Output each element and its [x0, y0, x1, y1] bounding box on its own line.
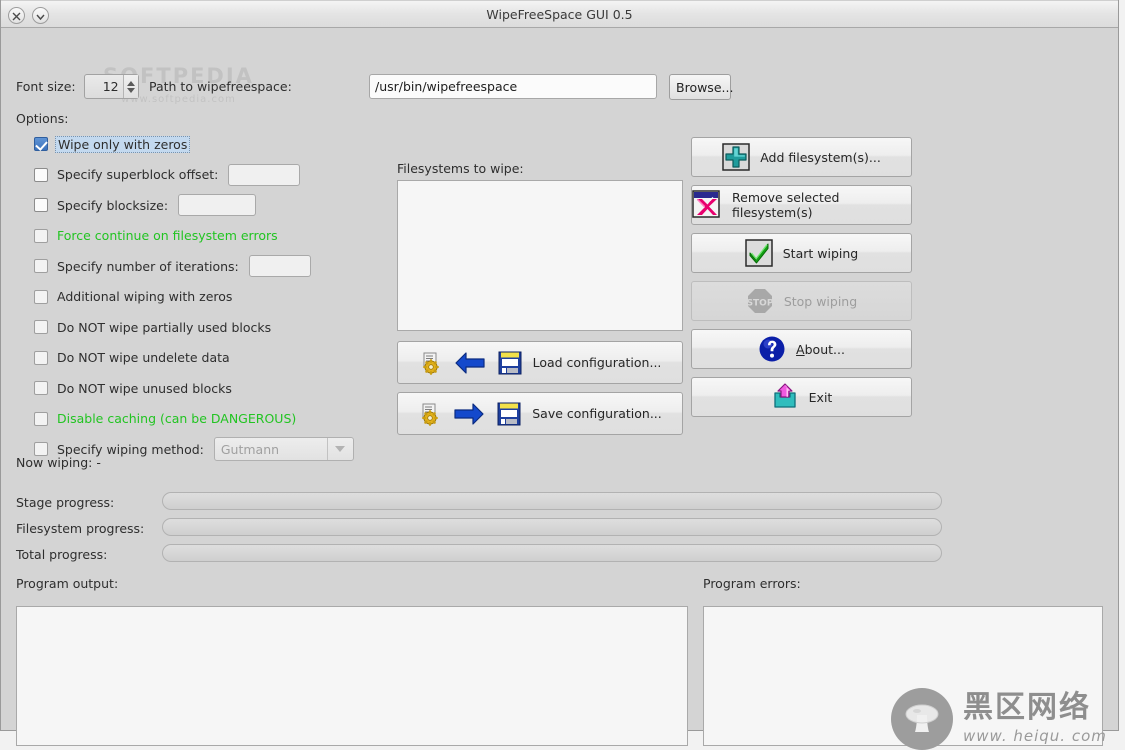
about-button[interactable]: About... — [691, 329, 912, 369]
exit-label: Exit — [808, 389, 833, 405]
title-bar: WipeFreeSpace GUI 0.5 — [1, 0, 1118, 28]
add-filesystem-label: Add filesystem(s)... — [760, 149, 881, 165]
config-gear-icon — [418, 402, 442, 426]
chevron-down-icon[interactable] — [326, 438, 353, 461]
option-label: Do NOT wipe partially used blocks — [57, 319, 272, 335]
option-row-additional-wiping-with-zeros[interactable]: Additional wiping with zeros — [34, 282, 384, 313]
green-check-icon — [745, 239, 773, 267]
font-size-row: Font size: 12 — [16, 74, 139, 99]
option-row-specify-number-of-iterations[interactable]: Specify number of iterations: — [34, 251, 384, 282]
checkbox-specify-superblock-offset[interactable] — [34, 167, 48, 182]
font-size-label: Font size: — [16, 79, 76, 94]
save-configuration-button[interactable]: Save configuration... — [397, 392, 683, 435]
stop-wiping-button: STOP Stop wiping — [691, 281, 912, 321]
filesystems-label: Filesystems to wipe: — [397, 161, 524, 176]
now-wiping-label: Now wiping: — [16, 455, 93, 470]
filesystem-progress-label: Filesystem progress: — [16, 521, 145, 536]
start-wiping-label: Start wiping — [782, 245, 859, 261]
svg-text:STOP: STOP — [746, 299, 773, 309]
options-section-label: Options: — [16, 111, 69, 126]
application-window: WipeFreeSpace GUI 0.5 SOFTPEDIA www.soft… — [0, 0, 1119, 750]
total-progress-bar — [162, 544, 942, 562]
blocksize-input[interactable] — [178, 194, 257, 217]
checkbox-specify-number-of-iterations[interactable] — [34, 259, 48, 274]
path-input[interactable] — [369, 74, 657, 99]
load-configuration-label: Load configuration... — [532, 355, 662, 370]
stage-progress-row: Stage progress: — [16, 492, 942, 510]
start-wiping-button[interactable]: Start wiping — [691, 233, 912, 273]
exit-button[interactable]: Exit — [691, 377, 912, 417]
option-row-disable-caching[interactable]: Disable caching (can be DANGEROUS) — [34, 404, 384, 435]
program-errors-textarea[interactable] — [703, 606, 1103, 746]
checkbox-disable-caching[interactable] — [34, 411, 48, 426]
stage-progress-label: Stage progress: — [16, 495, 115, 510]
browse-button[interactable]: Browse... — [669, 74, 733, 100]
font-size-stepper[interactable]: 12 — [83, 74, 139, 99]
stepper-up-icon[interactable] — [126, 80, 135, 86]
wiping-method-value: Gutmann — [220, 441, 280, 457]
checkbox-do-not-wipe-undelete-data[interactable] — [34, 350, 48, 365]
option-label: Specify superblock offset: — [57, 167, 219, 183]
option-label: Specify number of iterations: — [57, 258, 239, 274]
stop-wiping-label: Stop wiping — [783, 293, 858, 309]
option-label: Do NOT wipe unused blocks — [57, 380, 232, 396]
option-row-specify-blocksize[interactable]: Specify blocksize: — [34, 190, 384, 221]
checkbox-force-continue-on-filesystem-errors[interactable] — [34, 228, 48, 243]
checkbox-do-not-wipe-partially-used-blocks[interactable] — [34, 320, 48, 335]
filesystems-list[interactable] — [397, 180, 683, 331]
option-row-do-not-wipe-undelete-data[interactable]: Do NOT wipe undelete data — [34, 343, 384, 374]
total-progress-row: Total progress: — [16, 544, 942, 562]
window-content: SOFTPEDIA www.softpedia.com Font size: 1… — [1, 28, 1118, 750]
font-size-value: 12 — [102, 79, 119, 94]
option-label: Additional wiping with zeros — [57, 289, 233, 305]
add-filesystem-button[interactable]: Add filesystem(s)... — [691, 137, 912, 177]
wiping-method-select[interactable]: Gutmann — [213, 437, 354, 462]
plus-icon — [722, 143, 750, 171]
stepper-down-icon[interactable] — [126, 87, 135, 93]
program-errors-label: Program errors: — [703, 576, 801, 591]
checkbox-specify-blocksize[interactable] — [34, 198, 48, 213]
config-gear-icon — [419, 351, 443, 375]
checkbox-do-not-wipe-unused-blocks[interactable] — [34, 381, 48, 396]
path-label: Path to wipefreespace: — [149, 79, 292, 94]
floppy-disk-icon — [496, 401, 522, 427]
options-list: Wipe only with zeros Specify superblock … — [34, 129, 384, 465]
stage-progress-bar — [162, 492, 942, 510]
filesystem-progress-row: Filesystem progress: — [16, 518, 942, 536]
floppy-disk-icon — [497, 350, 523, 376]
save-configuration-label: Save configuration... — [532, 406, 662, 421]
option-row-specify-superblock-offset[interactable]: Specify superblock offset: — [34, 160, 384, 191]
checkbox-additional-wiping-with-zeros[interactable] — [34, 289, 48, 304]
option-label: Force continue on filesystem errors — [57, 228, 278, 244]
stop-sign-icon: STOP — [746, 287, 774, 315]
option-label: Disable caching (can be DANGEROUS) — [57, 411, 297, 427]
font-size-stepper-arrows[interactable] — [122, 75, 138, 98]
exit-arrow-icon — [771, 383, 799, 411]
option-row-wipe-only-with-zeros[interactable]: Wipe only with zeros — [34, 129, 384, 160]
option-label: Do NOT wipe undelete data — [57, 350, 230, 366]
program-output-textarea[interactable] — [16, 606, 688, 746]
iterations-input[interactable] — [248, 255, 311, 278]
now-wiping-row: Now wiping: - — [16, 455, 101, 470]
program-output-label: Program output: — [16, 576, 119, 591]
question-mark-icon — [758, 335, 786, 363]
remove-x-icon — [692, 190, 722, 220]
about-label: About... — [796, 341, 845, 357]
remove-filesystem-button[interactable]: Remove selected filesystem(s) — [691, 185, 912, 225]
option-row-force-continue-on-filesystem-errors[interactable]: Force continue on filesystem errors — [34, 221, 384, 252]
total-progress-label: Total progress: — [16, 547, 108, 562]
filesystem-progress-bar — [162, 518, 942, 536]
now-wiping-value: - — [96, 455, 101, 470]
remove-filesystem-label: Remove selected filesystem(s) — [732, 190, 840, 220]
load-configuration-button[interactable]: Load configuration... — [397, 341, 683, 384]
option-row-do-not-wipe-unused-blocks[interactable]: Do NOT wipe unused blocks — [34, 373, 384, 404]
arrow-left-icon — [453, 350, 487, 376]
option-row-do-not-wipe-partially-used-blocks[interactable]: Do NOT wipe partially used blocks — [34, 312, 384, 343]
window-title: WipeFreeSpace GUI 0.5 — [486, 7, 633, 22]
option-label: Wipe only with zeros — [55, 135, 191, 153]
checkbox-wipe-only-with-zeros[interactable] — [34, 137, 48, 152]
arrow-right-icon — [452, 401, 486, 427]
superblock-offset-input[interactable] — [228, 163, 301, 186]
option-label: Specify blocksize: — [57, 197, 169, 213]
